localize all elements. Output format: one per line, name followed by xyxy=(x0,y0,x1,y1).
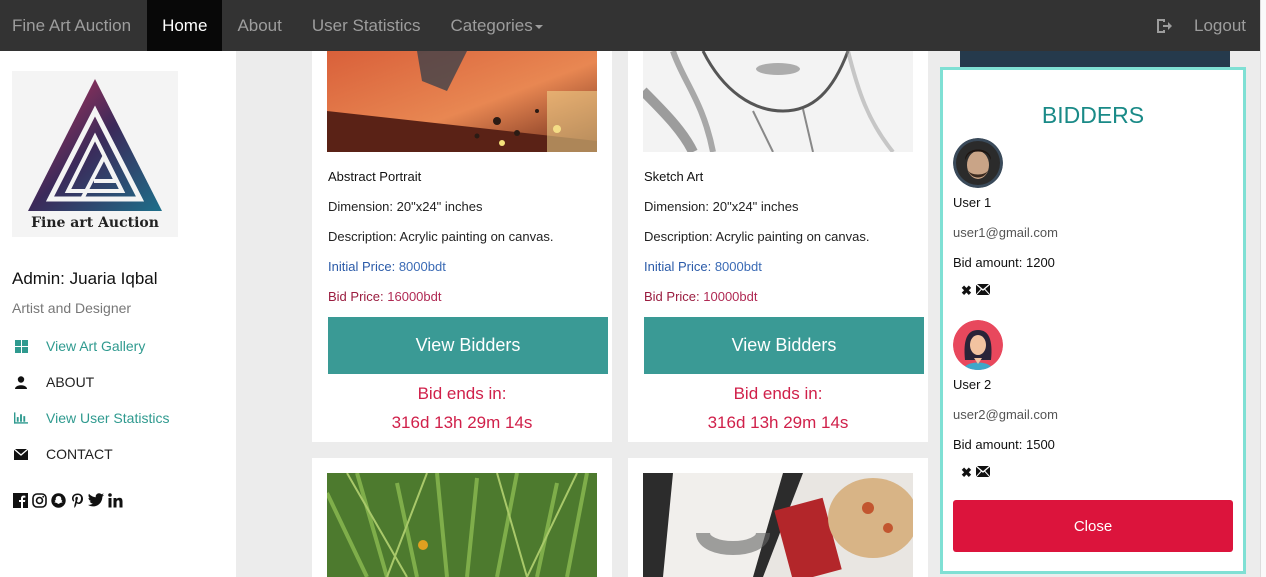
initial-price-label: Initial Price: xyxy=(328,259,396,274)
initial-price-label: Initial Price: xyxy=(644,259,712,274)
nav-home[interactable]: Home xyxy=(147,0,223,51)
sidebar-item-label: View User Statistics xyxy=(46,410,170,426)
social-links xyxy=(12,492,123,508)
bidder-name: User 1 xyxy=(953,195,992,210)
right-edge-strip xyxy=(1260,0,1266,577)
twitter-icon[interactable] xyxy=(88,492,104,508)
bidder-amount: Bid amount: 1500 xyxy=(953,437,1055,452)
bidder-email: user1@gmail.com xyxy=(953,225,1058,240)
artwork-image xyxy=(327,51,597,152)
bidder-entry: User 1 user1@gmail.com Bid amount: 1200 … xyxy=(953,138,1233,298)
site-logo: Fine art Auction xyxy=(12,71,178,237)
initial-price-value: 8000bdt xyxy=(398,259,446,274)
svg-text:Fine art Auction: Fine art Auction xyxy=(31,215,159,231)
bidders-modal: BIDDERS User 1 user1@gmail.com Bid amoun… xyxy=(940,67,1246,574)
nav-user-statistics[interactable]: User Statistics xyxy=(297,0,436,51)
caret-down-icon xyxy=(534,24,543,29)
brand-link[interactable]: Fine Art Auction xyxy=(0,0,147,51)
remove-icon[interactable]: ✖ xyxy=(961,283,972,299)
bidder-actions: ✖ xyxy=(961,283,991,299)
facebook-icon[interactable] xyxy=(12,492,28,508)
bidder-email: user2@gmail.com xyxy=(953,407,1058,422)
email-icon[interactable] xyxy=(975,465,991,481)
artwork-image xyxy=(327,473,597,577)
bid-ends-label: Bid ends in: xyxy=(417,384,507,403)
grid-icon xyxy=(14,339,28,353)
bid-price-value: 10000bdt xyxy=(703,289,758,304)
bidder-amount: Bid amount: 1200 xyxy=(953,255,1055,270)
bid-price-value: 16000bdt xyxy=(387,289,442,304)
sidebar-item-about[interactable]: ABOUT xyxy=(14,374,94,390)
avatar xyxy=(953,138,1003,188)
card-title: Sketch Art xyxy=(644,169,704,184)
view-bidders-button[interactable]: View Bidders xyxy=(328,317,608,374)
art-card xyxy=(312,458,612,577)
card-title: Abstract Portrait xyxy=(328,169,422,184)
linkedin-icon[interactable] xyxy=(107,492,123,508)
sidebar-item-view-art-gallery[interactable]: View Art Gallery xyxy=(14,338,145,354)
bidder-entry: User 2 user2@gmail.com Bid amount: 1500 … xyxy=(953,320,1233,480)
bid-ends-label: Bid ends in: xyxy=(733,384,823,403)
initial-price-value: 8000bdt xyxy=(714,259,762,274)
sidebar-item-contact[interactable]: CONTACT xyxy=(14,446,113,462)
pinterest-icon[interactable] xyxy=(69,492,85,508)
bid-price-label: Bid Price: xyxy=(328,289,384,304)
snapchat-icon[interactable] xyxy=(50,492,66,508)
nav-about[interactable]: About xyxy=(222,0,296,51)
nav-categories-label: Categories xyxy=(450,15,533,35)
logo-triangle-icon: Fine art Auction xyxy=(28,79,162,231)
card-description: Description: Acrylic painting on canvas. xyxy=(644,229,870,244)
user-icon xyxy=(14,375,28,389)
envelope-icon xyxy=(14,447,28,461)
bidder-actions: ✖ xyxy=(961,465,991,481)
art-card: Abstract Portrait Dimension: 20"x24" inc… xyxy=(312,51,612,442)
bidder-name: User 2 xyxy=(953,377,992,392)
nav-categories-dropdown[interactable]: Categories xyxy=(436,0,558,51)
card-initial-price: Initial Price: 8000bdt xyxy=(328,259,446,274)
sidebar-item-label: View Art Gallery xyxy=(46,338,146,354)
card-bid-price: Bid Price: 16000bdt xyxy=(328,289,442,304)
sidebar: Fine art Auction Admin: Juaria Iqbal Art… xyxy=(0,51,236,577)
bid-countdown: 316d 13h 29m 14s xyxy=(707,413,849,432)
art-card: Sketch Art Dimension: 20"x24" inches Des… xyxy=(628,51,928,442)
avatar xyxy=(953,320,1003,370)
card-dimension: Dimension: 20"x24" inches xyxy=(328,199,483,214)
card-dimension: Dimension: 20"x24" inches xyxy=(644,199,799,214)
top-navbar: Fine Art Auction Home About User Statist… xyxy=(0,0,1260,51)
artwork-image xyxy=(643,51,913,152)
admin-name: Admin: Juaria Iqbal xyxy=(12,269,158,288)
admin-role: Artist and Designer xyxy=(12,300,132,316)
sidebar-item-label: CONTACT xyxy=(46,446,113,462)
remove-icon[interactable]: ✖ xyxy=(961,465,972,481)
sidebar-item-view-user-statistics[interactable]: View User Statistics xyxy=(14,410,169,426)
instagram-icon[interactable] xyxy=(31,492,47,508)
close-button[interactable]: Close xyxy=(953,500,1233,552)
card-bid-price: Bid Price: 10000bdt xyxy=(644,289,758,304)
bid-countdown: 316d 13h 29m 14s xyxy=(391,413,533,432)
logout-link[interactable]: Logout xyxy=(1194,16,1260,36)
artwork-image-partial xyxy=(960,51,1230,67)
bar-chart-icon xyxy=(14,411,28,425)
bid-price-label: Bid Price: xyxy=(644,289,700,304)
artwork-image xyxy=(643,473,913,577)
card-initial-price: Initial Price: 8000bdt xyxy=(644,259,762,274)
bidders-title: BIDDERS xyxy=(1041,102,1145,128)
card-description: Description: Acrylic painting on canvas. xyxy=(328,229,554,244)
email-icon[interactable] xyxy=(975,283,991,299)
art-card xyxy=(628,458,928,577)
view-bidders-button[interactable]: View Bidders xyxy=(644,317,924,374)
logout-icon[interactable] xyxy=(1154,16,1174,36)
sidebar-item-label: ABOUT xyxy=(46,374,95,390)
